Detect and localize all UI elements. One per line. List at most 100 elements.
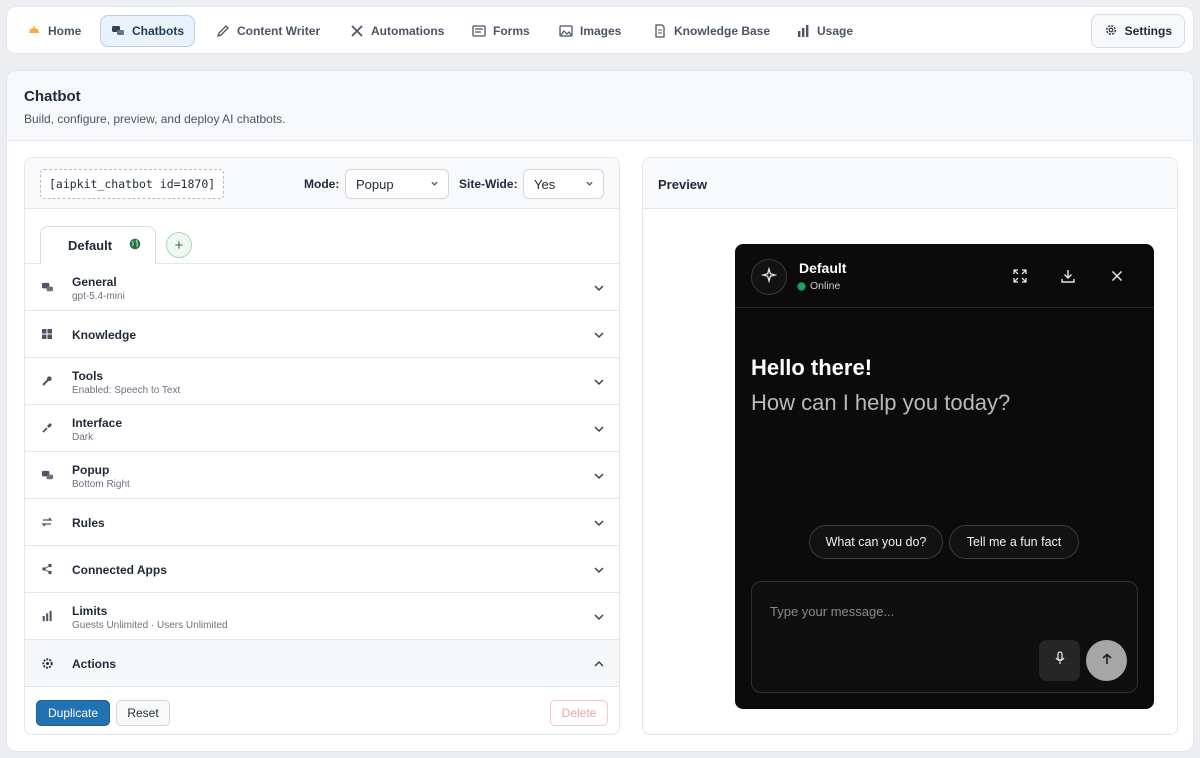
bot-status-label: Online [810, 280, 841, 292]
top-navigation: Home Chatbots Content Writer Automations… [6, 6, 1194, 54]
send-button[interactable] [1086, 640, 1127, 681]
page-title: Chatbot [24, 88, 81, 105]
section-popup[interactable]: Popup Bottom Right [25, 452, 619, 499]
section-rules[interactable]: Rules [25, 499, 619, 546]
microphone-icon [1053, 651, 1067, 670]
nav-item-images[interactable]: Images [549, 15, 631, 47]
microphone-button[interactable] [1039, 640, 1080, 681]
chevron-down-icon [430, 179, 439, 190]
chatbot-config-card: [aipkit_chatbot id=1870] Mode: Popup Sit… [24, 157, 620, 735]
message-input-placeholder: Type your message... [770, 604, 895, 619]
settings-label: Settings [1124, 24, 1172, 38]
bot-avatar [751, 259, 787, 295]
section-interface[interactable]: Interface Dark [25, 405, 619, 452]
gear-icon [1104, 23, 1118, 40]
nav-item-usage[interactable]: Usage [786, 15, 863, 47]
globe-icon [129, 238, 141, 253]
bot-status: Online [797, 280, 840, 292]
add-bot-button[interactable]: + [166, 232, 192, 258]
gear-icon [40, 656, 54, 670]
section-limits[interactable]: Limits Guests Unlimited · Users Unlimite… [25, 593, 619, 640]
chevron-up-icon [593, 657, 605, 669]
preview-card: Preview Default Online Hello there! How … [642, 157, 1178, 735]
nav-label-forms: Forms [493, 24, 530, 38]
form-icon [472, 24, 486, 38]
suggestion-chip[interactable]: Tell me a fun fact [949, 525, 1079, 559]
tools-icon [350, 24, 364, 38]
nav-label-automations: Automations [371, 24, 445, 38]
swap-icon [40, 515, 54, 529]
chevron-down-icon [593, 375, 605, 387]
chat-widget: Default Online Hello there! How can I he… [735, 244, 1154, 709]
nav-item-home[interactable]: Home [17, 15, 91, 47]
main-panel: Chatbot Build, configure, preview, and d… [6, 70, 1194, 752]
arrow-up-icon [1101, 652, 1113, 670]
chevron-down-icon [585, 179, 594, 190]
nav-item-content-writer[interactable]: Content Writer [206, 15, 330, 47]
download-icon[interactable] [1060, 268, 1076, 284]
section-title: Popup [72, 463, 110, 477]
page-header: Chatbot Build, configure, preview, and d… [7, 71, 1193, 141]
chevron-down-icon [593, 469, 605, 481]
expand-icon[interactable] [1012, 268, 1028, 284]
section-title: Tools [72, 369, 104, 383]
share-icon [40, 562, 54, 576]
nav-item-chatbots[interactable]: Chatbots [100, 15, 195, 47]
message-input[interactable]: Type your message... [751, 581, 1138, 693]
section-subtitle: Dark [72, 432, 94, 443]
section-subtitle: gpt-5.4-mini [72, 291, 125, 302]
chat-bubbles-icon [40, 280, 54, 294]
duplicate-button[interactable]: Duplicate [36, 700, 110, 726]
tab-default[interactable]: Default [40, 226, 156, 264]
section-actions[interactable]: Actions [25, 640, 619, 687]
preview-header: Preview [643, 158, 1177, 209]
wrench-icon [40, 374, 54, 388]
nav-item-automations[interactable]: Automations [340, 15, 454, 47]
shortcode-display[interactable]: [aipkit_chatbot id=1870] [40, 169, 225, 199]
section-connected-apps[interactable]: Connected Apps [25, 546, 619, 593]
chat-prompt: How can I help you today? [751, 390, 1011, 415]
section-title: Limits [72, 604, 108, 618]
chevron-down-icon [593, 610, 605, 622]
section-subtitle: Bottom Right [72, 479, 130, 490]
nav-label-usage: Usage [817, 24, 854, 38]
chevron-down-icon [593, 328, 605, 340]
document-icon [653, 24, 667, 38]
bar-chart-icon [40, 609, 54, 623]
close-icon[interactable] [1109, 268, 1125, 284]
sitewide-select[interactable]: Yes [523, 169, 604, 199]
reset-button[interactable]: Reset [116, 700, 170, 726]
nav-label-chatbots: Chatbots [132, 24, 184, 38]
chat-header: Default Online [735, 244, 1154, 308]
suggestion-chip[interactable]: What can you do? [809, 525, 943, 559]
image-icon [559, 24, 573, 38]
section-title: Connected Apps [72, 563, 167, 577]
mode-select[interactable]: Popup [345, 169, 449, 199]
sitewide-select-value: Yes [534, 176, 556, 192]
sun-icon [27, 24, 41, 38]
chevron-down-icon [593, 563, 605, 575]
delete-button[interactable]: Delete [550, 700, 608, 726]
chevron-down-icon [593, 516, 605, 528]
nav-item-knowledge-base[interactable]: Knowledge Base [643, 15, 780, 47]
table-icon [40, 327, 54, 341]
section-knowledge[interactable]: Knowledge [25, 311, 619, 358]
chat-greeting: Hello there! [751, 355, 873, 380]
section-subtitle: Guests Unlimited · Users Unlimited [72, 620, 228, 631]
section-title: Rules [72, 516, 105, 530]
chevron-down-icon [593, 281, 605, 293]
settings-button[interactable]: Settings [1090, 14, 1185, 48]
brush-icon [40, 421, 54, 435]
chat-bubbles-icon [111, 24, 125, 38]
preview-title: Preview [658, 177, 708, 192]
online-dot-icon [797, 281, 806, 291]
section-title: Actions [72, 657, 117, 671]
chat-bubbles-icon [40, 468, 54, 482]
section-title: Interface [72, 416, 123, 430]
nav-item-forms[interactable]: Forms [462, 15, 540, 47]
nav-label-images: Images [580, 24, 622, 38]
section-general[interactable]: General gpt-5.4-mini [25, 264, 619, 311]
section-title: Knowledge [72, 328, 137, 342]
section-title: General [72, 275, 117, 289]
section-tools[interactable]: Tools Enabled: Speech to Text [25, 358, 619, 405]
